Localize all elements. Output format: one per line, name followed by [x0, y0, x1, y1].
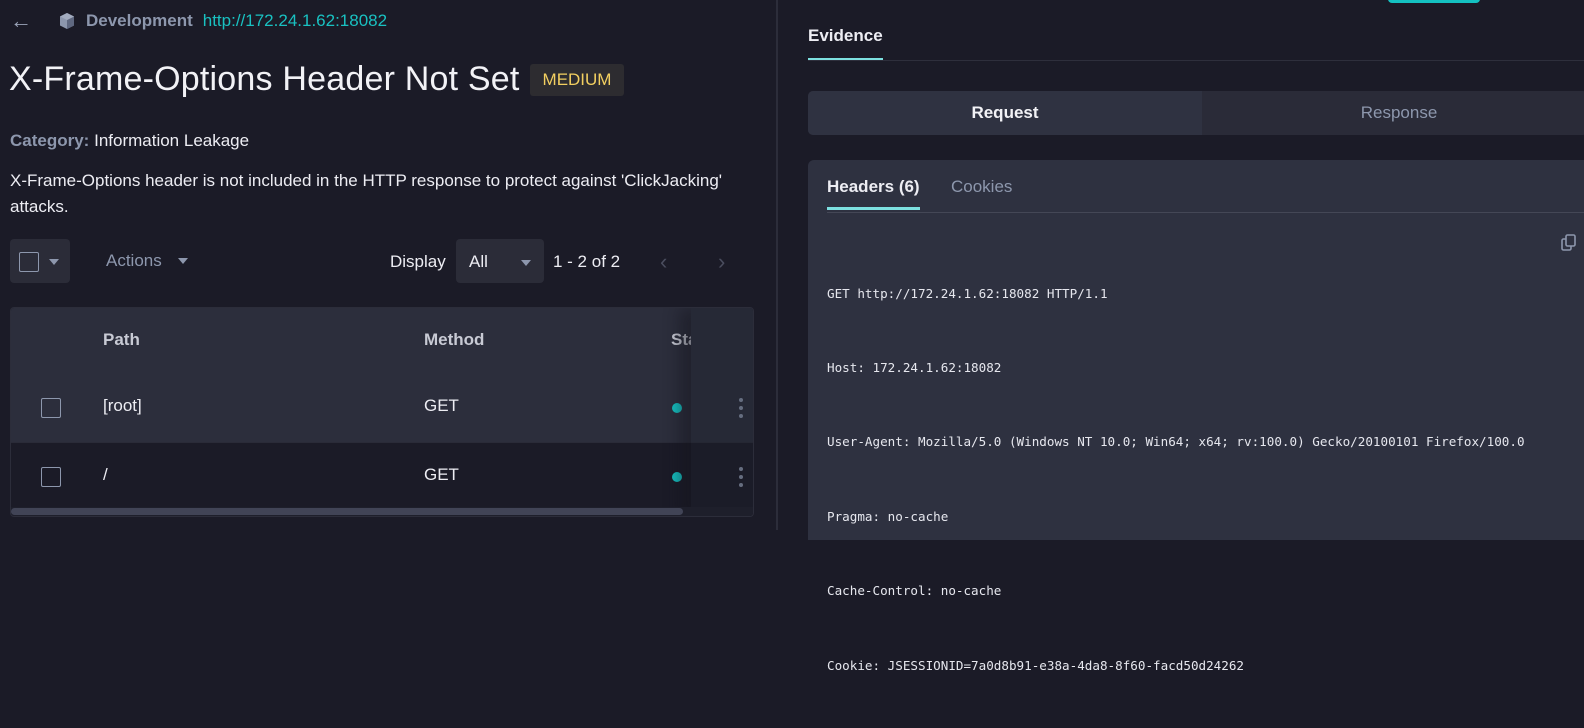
chevron-down-icon: [177, 258, 188, 264]
top-bar: ← Development http://172.24.1.62:18082: [10, 8, 387, 34]
column-header-path[interactable]: Path: [103, 330, 140, 350]
request-line: Cookie: JSESSIONID=7a0d8b91-e38a-4da8-8f…: [827, 657, 1245, 673]
tab-evidence[interactable]: Evidence: [808, 26, 883, 60]
chevron-down-icon: [521, 260, 531, 266]
table-toolbar: Actions Display All 1 - 2 of 2 ‹ ›: [10, 239, 770, 283]
display-value: All: [469, 252, 488, 271]
table-row[interactable]: [root] GET: [11, 374, 753, 442]
category: Category: Information Leakage: [10, 131, 249, 151]
page-title: X-Frame-Options Header Not Set: [9, 60, 520, 98]
environment-cube-icon: [60, 13, 74, 29]
status-dot: [672, 403, 682, 413]
copy-icon[interactable]: [1560, 233, 1580, 253]
request-subtabs: Headers (6) Cookies: [827, 177, 1584, 213]
sticky-actions-column: [691, 308, 753, 516]
row-path: [root]: [103, 396, 142, 415]
request-line: Cache-Control: no-cache: [827, 583, 1002, 599]
target-url-link[interactable]: http://172.24.1.62:18082: [203, 11, 387, 31]
next-page-icon[interactable]: ›: [718, 249, 725, 275]
actions-dropdown[interactable]: Actions: [106, 251, 188, 271]
row-path: /: [103, 465, 108, 484]
request-tab[interactable]: Request: [808, 91, 1202, 135]
horizontal-scrollbar[interactable]: [11, 507, 753, 516]
request-response-toggle: Request Response: [808, 91, 1584, 135]
row-method: GET: [424, 396, 459, 415]
actions-label: Actions: [106, 251, 162, 270]
evidence-panel: Evidence Request Response Headers (6) Co…: [778, 0, 1584, 673]
previous-page-icon[interactable]: ‹: [660, 249, 667, 275]
evidence-tabs: Evidence: [808, 24, 1584, 61]
bulk-select-dropdown[interactable]: [10, 239, 70, 283]
request-line: Host: 172.24.1.62:18082: [827, 359, 1002, 375]
table-row[interactable]: / GET: [11, 442, 753, 510]
scrollbar-thumb[interactable]: [11, 508, 683, 515]
tab-cookies[interactable]: Cookies: [951, 177, 1012, 207]
back-arrow-icon[interactable]: ←: [10, 10, 32, 32]
table-header: Path Method Sta: [11, 308, 753, 374]
category-label: Category:: [10, 131, 90, 150]
column-header-method[interactable]: Method: [424, 330, 484, 350]
category-value: Information Leakage: [94, 131, 250, 150]
chevron-down-icon: [49, 259, 59, 265]
request-line: Pragma: no-cache: [827, 508, 949, 524]
request-line: GET http://172.24.1.62:18082 HTTP/1.1: [827, 285, 1108, 301]
column-header-status[interactable]: Sta: [671, 330, 691, 350]
severity-badge: MEDIUM: [529, 63, 625, 96]
row-checkbox[interactable]: [41, 467, 61, 487]
request-headers-text: GET http://172.24.1.62:18082 HTTP/1.1 Ho…: [827, 232, 1525, 728]
title-row: X-Frame-Options Header Not Set MEDIUM: [9, 60, 625, 99]
row-checkbox[interactable]: [41, 398, 61, 418]
primary-action-button[interactable]: [1388, 0, 1480, 3]
request-line: User-Agent: Mozilla/5.0 (Windows NT 10.0…: [827, 434, 1525, 450]
response-tab[interactable]: Response: [1202, 91, 1584, 135]
request-card: Headers (6) Cookies GET http://172.24.1.…: [808, 160, 1584, 673]
locations-table: Path Method Sta [root] GET / GET: [10, 307, 754, 517]
status-dot: [672, 472, 682, 482]
finding-detail-panel: ← Development http://172.24.1.62:18082 X…: [0, 0, 776, 530]
tab-headers[interactable]: Headers (6): [827, 177, 920, 210]
row-method: GET: [424, 465, 459, 484]
select-all-checkbox[interactable]: [19, 252, 39, 272]
environment-name: Development: [86, 11, 193, 30]
finding-description: X-Frame-Options header is not included i…: [10, 171, 723, 216]
display-label: Display: [390, 252, 446, 271]
display-select[interactable]: All: [456, 239, 544, 283]
pagination-range: 1 - 2 of 2: [553, 252, 621, 271]
